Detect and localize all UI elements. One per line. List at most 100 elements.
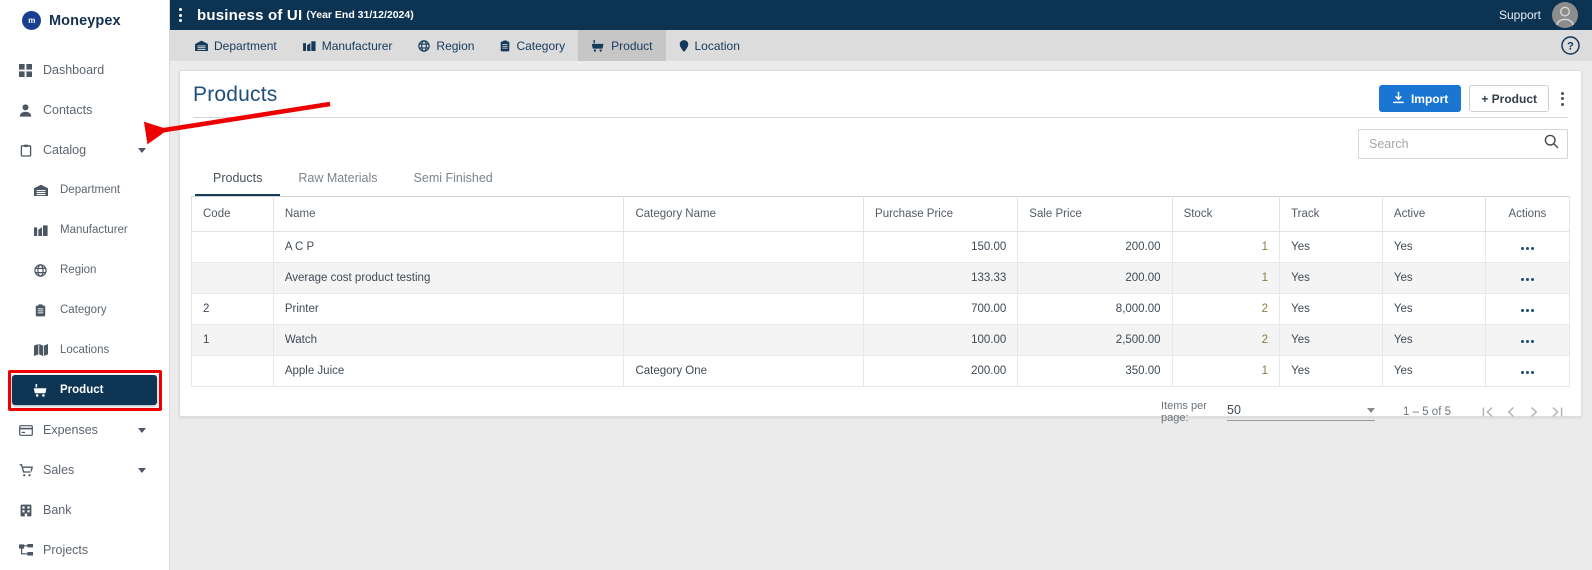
row-actions-icon[interactable]	[1520, 247, 1534, 250]
sidebar-item-category[interactable]: Category	[0, 290, 169, 330]
table-row[interactable]: A C P 150.00 200.00 1 Yes Yes	[191, 231, 1571, 263]
projects-icon	[18, 543, 33, 557]
cell-code	[191, 262, 274, 294]
row-actions-icon[interactable]	[1520, 309, 1534, 312]
sidebar-item-locations[interactable]: Locations	[0, 330, 169, 370]
download-icon	[1392, 91, 1405, 107]
sidebar-item-sales[interactable]: Sales	[0, 450, 169, 490]
top-bar-right: Support	[1499, 2, 1578, 28]
top-bar: business of UI (Year End 31/12/2024) Sup…	[170, 0, 1592, 30]
sidebar-item-region[interactable]: Region	[0, 250, 169, 290]
page-title: Products	[193, 83, 278, 106]
table-row[interactable]: Average cost product testing 133.33 200.…	[191, 262, 1571, 294]
grid-icon	[18, 63, 33, 77]
user-avatar-icon[interactable]	[1552, 2, 1578, 28]
search-box[interactable]	[1358, 129, 1568, 159]
row-actions-icon[interactable]	[1520, 340, 1534, 343]
cell-actions	[1484, 355, 1571, 387]
col-active[interactable]: Active	[1381, 196, 1486, 232]
warehouse-icon	[195, 40, 208, 51]
items-per-page-select[interactable]: 50	[1227, 403, 1376, 421]
search-icon[interactable]	[1544, 134, 1559, 154]
sidebar-item-label: Contacts	[43, 103, 93, 117]
sidebar-item-contacts[interactable]: Contacts	[0, 90, 169, 130]
module-tab-bar: Department Manufacturer Region Category …	[170, 30, 1592, 61]
sidebar-item-department[interactable]: Department	[0, 170, 169, 210]
sidebar-item-bank[interactable]: Bank	[0, 490, 169, 530]
col-track[interactable]: Track	[1279, 196, 1383, 232]
pagination-buttons	[1481, 405, 1564, 419]
cell-code	[191, 231, 274, 263]
table-header: Code Name Category Name Purchase Price S…	[191, 196, 1571, 232]
add-product-button[interactable]: + Product	[1469, 85, 1549, 112]
search-input[interactable]	[1369, 137, 1544, 151]
col-name[interactable]: Name	[272, 196, 625, 232]
next-page-icon[interactable]	[1527, 405, 1541, 419]
moneypex-logo-icon: m	[22, 11, 41, 30]
tab-product[interactable]: Product	[578, 30, 666, 61]
cell-sale-price: 350.00	[1017, 355, 1173, 387]
cell-active: Yes	[1381, 231, 1486, 263]
support-link[interactable]: Support	[1499, 8, 1541, 22]
subtab-raw-materials[interactable]: Raw Materials	[280, 171, 395, 196]
last-page-icon[interactable]	[1550, 405, 1564, 419]
sidebar-item-projects[interactable]: Projects	[0, 530, 169, 570]
table-row[interactable]: 1 Watch 100.00 2,500.00 2 Yes Yes	[191, 324, 1571, 356]
sidebar-item-label: Sales	[43, 463, 75, 477]
import-button[interactable]: Import	[1378, 85, 1462, 112]
more-options-icon[interactable]	[1557, 91, 1568, 106]
subtab-semi-finished[interactable]: Semi Finished	[396, 171, 511, 196]
col-purchase-price[interactable]: Purchase Price	[863, 196, 1019, 232]
first-page-icon[interactable]	[1481, 405, 1495, 419]
import-label: Import	[1410, 91, 1449, 106]
table-row[interactable]: Apple Juice Category One 200.00 350.00 1…	[191, 355, 1571, 387]
sidebar-item-label: Product	[60, 384, 104, 396]
cell-name: Printer	[272, 293, 625, 325]
tab-department[interactable]: Department	[182, 30, 290, 61]
cell-track: Yes	[1279, 293, 1383, 325]
table-row[interactable]: 2 Printer 700.00 8,000.00 2 Yes Yes	[191, 293, 1571, 325]
pagination: Items per page: 50 1 – 5 of 5	[191, 387, 1570, 424]
col-category-name[interactable]: Category Name	[623, 196, 865, 232]
prev-page-icon[interactable]	[1504, 405, 1518, 419]
sidebar-item-catalog[interactable]: Catalog	[0, 130, 169, 170]
cell-purchase-price: 133.33	[863, 262, 1019, 294]
tab-label: Category	[516, 38, 566, 53]
cell-category	[623, 231, 865, 263]
cell-stock: 2	[1171, 293, 1281, 325]
tab-region[interactable]: Region	[405, 30, 487, 61]
subtab-products[interactable]: Products	[195, 171, 281, 196]
sidebar-item-manufacturer[interactable]: Manufacturer	[0, 210, 169, 250]
cell-active: Yes	[1381, 324, 1486, 356]
sidebar-item-expenses[interactable]: Expenses	[0, 410, 169, 450]
card-icon	[18, 424, 33, 436]
cell-name: Apple Juice	[272, 355, 625, 387]
cell-active: Yes	[1381, 355, 1486, 387]
sidebar-item-label: Catalog	[43, 143, 87, 157]
tab-location[interactable]: Location	[666, 30, 753, 61]
tab-label: Region	[436, 38, 475, 53]
col-stock[interactable]: Stock	[1171, 196, 1281, 232]
col-code[interactable]: Code	[191, 196, 274, 232]
row-actions-icon[interactable]	[1520, 371, 1534, 374]
chevron-down-icon[interactable]	[138, 147, 146, 153]
chevron-down-icon[interactable]	[138, 467, 146, 473]
cell-purchase-price: 700.00	[863, 293, 1019, 325]
cell-actions	[1484, 324, 1571, 356]
sidebar-item-dashboard[interactable]: Dashboard	[0, 50, 169, 90]
tab-manufacturer[interactable]: Manufacturer	[290, 30, 406, 61]
brand[interactable]: m Moneypex	[0, 0, 169, 41]
sidebar-item-label: Dashboard	[43, 63, 105, 77]
sidebar-item-product[interactable]: Product	[12, 375, 157, 405]
chevron-down-icon[interactable]	[138, 427, 146, 433]
main-area: business of UI (Year End 31/12/2024) Sup…	[170, 0, 1592, 570]
col-sale-price[interactable]: Sale Price	[1017, 196, 1173, 232]
help-circle-icon[interactable]: ?	[1561, 30, 1592, 61]
row-actions-icon[interactable]	[1520, 278, 1534, 281]
search-row	[191, 118, 1570, 159]
header-row: Code Name Category Name Purchase Price S…	[191, 196, 1571, 232]
sidebar-item-label: Locations	[60, 344, 110, 356]
pagination-range: 1 – 5 of 5	[1403, 406, 1451, 418]
kebab-menu-icon[interactable]	[179, 8, 182, 22]
tab-category[interactable]: Category	[487, 30, 578, 61]
